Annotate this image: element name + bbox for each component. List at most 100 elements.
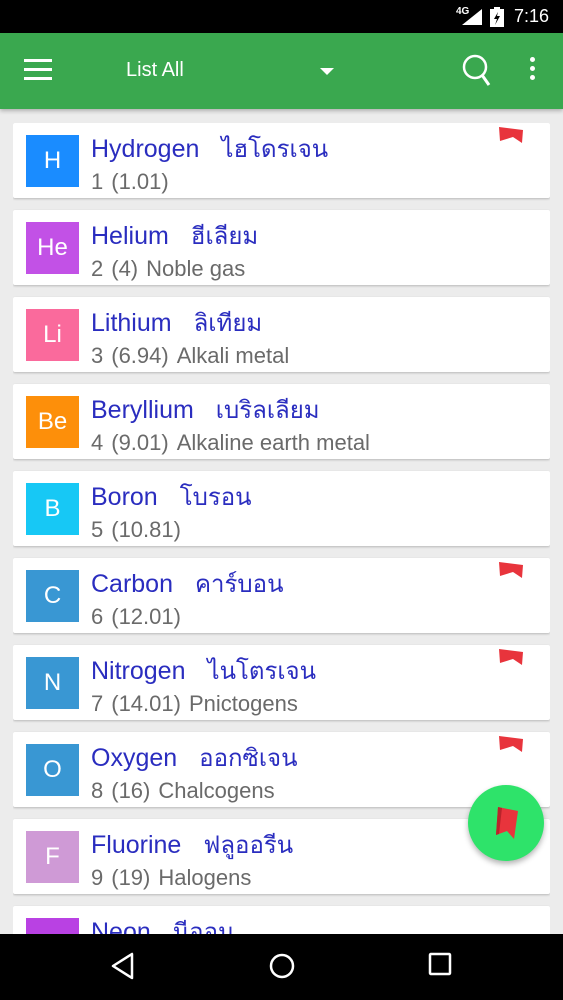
element-symbol-tile: O bbox=[26, 744, 79, 796]
element-thai-name: ไนโตรเจน bbox=[207, 657, 317, 685]
element-group: Alkaline earth metal bbox=[176, 430, 370, 455]
element-info-line: 6 (12.01) bbox=[91, 604, 197, 630]
atomic-mass: (6.94) bbox=[111, 343, 169, 368]
element-card[interactable]: N Nitrogen ไนโตรเจน 7 (14.01) Pnictogens bbox=[13, 645, 550, 720]
element-name-line: Oxygen ออกซิเจน bbox=[91, 738, 298, 777]
signal-icon bbox=[462, 9, 482, 25]
element-thai-name: ไฮโดรเจน bbox=[221, 135, 329, 163]
bookmark-icon bbox=[496, 807, 518, 839]
element-info-line: 3 (6.94) Alkali metal bbox=[91, 343, 297, 369]
element-symbol-tile: B bbox=[26, 483, 79, 535]
bookmark-flag-icon[interactable] bbox=[499, 736, 523, 752]
element-symbol-tile: F bbox=[26, 831, 79, 883]
element-name: Neon bbox=[91, 918, 151, 934]
element-thai-name: คาร์บอน bbox=[195, 570, 284, 598]
element-name-line: Helium ฮีเลียม bbox=[91, 216, 258, 255]
atomic-mass: (9.01) bbox=[111, 430, 169, 455]
atomic-number: 9 bbox=[91, 865, 104, 890]
element-name: Lithium bbox=[91, 309, 172, 337]
battery-icon bbox=[490, 7, 504, 27]
navigation-bar bbox=[0, 934, 563, 1000]
atomic-mass: (4) bbox=[111, 256, 139, 281]
element-name: Oxygen bbox=[91, 744, 178, 772]
element-name: Beryllium bbox=[91, 396, 194, 424]
element-thai-name: โบรอน bbox=[179, 483, 252, 511]
element-card[interactable]: O Oxygen ออกซิเจน 8 (16) Chalcogens bbox=[13, 732, 550, 807]
element-card[interactable]: He Helium ฮีเลียม 2 (4) Noble gas bbox=[13, 210, 550, 285]
atomic-number: 5 bbox=[91, 517, 104, 542]
element-card[interactable]: B Boron โบรอน 5 (10.81) bbox=[13, 471, 550, 546]
element-thai-name: นีออน bbox=[172, 918, 235, 934]
element-thai-name: ออกซิเจน bbox=[199, 744, 298, 772]
element-symbol-tile: H bbox=[26, 135, 79, 187]
element-symbol-tile: C bbox=[26, 570, 79, 622]
atomic-mass: (14.01) bbox=[111, 691, 181, 716]
element-info-line: 2 (4) Noble gas bbox=[91, 256, 253, 282]
atomic-mass: (19) bbox=[111, 865, 151, 890]
element-symbol-tile: Be bbox=[26, 396, 79, 448]
element-name: Boron bbox=[91, 483, 158, 511]
atomic-number: 3 bbox=[91, 343, 104, 368]
atomic-number: 1 bbox=[91, 169, 104, 194]
clock: 7:16 bbox=[514, 6, 550, 26]
element-info-line: 8 (16) Chalcogens bbox=[91, 778, 283, 804]
element-group: Chalcogens bbox=[158, 778, 275, 803]
bookmark-fab[interactable] bbox=[468, 785, 544, 861]
atomic-number: 6 bbox=[91, 604, 104, 629]
atomic-mass: (16) bbox=[111, 778, 151, 803]
element-thai-name: ลิเทียม bbox=[193, 309, 263, 337]
atomic-number: 4 bbox=[91, 430, 104, 455]
recents-icon[interactable] bbox=[428, 952, 452, 976]
element-card[interactable]: Ne Neon นีออน bbox=[13, 906, 550, 934]
atomic-number: 8 bbox=[91, 778, 104, 803]
chevron-down-icon[interactable] bbox=[320, 68, 334, 75]
element-name: Nitrogen bbox=[91, 657, 186, 685]
element-info-line: 1 (1.01) bbox=[91, 169, 185, 195]
element-name-line: Boron โบรอน bbox=[91, 477, 252, 516]
atomic-number: 2 bbox=[91, 256, 104, 281]
element-symbol-tile: He bbox=[26, 222, 79, 274]
element-name-line: Hydrogen ไฮโดรเจน bbox=[91, 129, 328, 168]
element-info-line: 9 (19) Halogens bbox=[91, 865, 259, 891]
element-info-line: 4 (9.01) Alkaline earth metal bbox=[91, 430, 378, 456]
element-symbol-tile: N bbox=[26, 657, 79, 709]
element-name-line: Nitrogen ไนโตรเจน bbox=[91, 651, 316, 690]
element-card[interactable]: Be Beryllium เบริลเลียม 4 (9.01) Alkaline ear… bbox=[13, 384, 550, 459]
element-thai-name: ฮีเลียม bbox=[190, 222, 259, 250]
atomic-mass: (10.81) bbox=[111, 517, 181, 542]
element-name: Fluorine bbox=[91, 831, 182, 859]
app-bar: List All bbox=[0, 33, 563, 109]
search-icon[interactable] bbox=[460, 53, 496, 89]
bookmark-flag-icon[interactable] bbox=[499, 649, 523, 665]
atomic-number: 7 bbox=[91, 691, 104, 716]
atomic-mass: (12.01) bbox=[111, 604, 181, 629]
element-symbol-tile: Li bbox=[26, 309, 79, 361]
element-thai-name: เบริลเลียม bbox=[215, 396, 320, 424]
element-name-line: Neon นีออน bbox=[91, 912, 234, 934]
back-icon[interactable] bbox=[110, 952, 136, 980]
element-info-line: 5 (10.81) bbox=[91, 517, 197, 543]
element-card[interactable]: H Hydrogen ไฮโดรเจน 1 (1.01) bbox=[13, 123, 550, 198]
element-group: Halogens bbox=[158, 865, 252, 890]
element-card[interactable]: Li Lithium ลิเทียม 3 (6.94) Alkali metal bbox=[13, 297, 550, 372]
menu-icon[interactable] bbox=[24, 59, 52, 81]
element-name: Hydrogen bbox=[91, 135, 200, 163]
element-name-line: Lithium ลิเทียม bbox=[91, 303, 262, 342]
status-bar: 4G 7:16 bbox=[0, 0, 563, 33]
element-group: Pnictogens bbox=[188, 691, 298, 716]
bookmark-flag-icon[interactable] bbox=[499, 127, 523, 143]
element-name-line: Carbon คาร์บอน bbox=[91, 564, 283, 603]
list-filter-dropdown[interactable]: List All bbox=[126, 59, 184, 82]
element-group: Noble gas bbox=[146, 256, 246, 281]
home-icon[interactable] bbox=[268, 952, 296, 980]
atomic-mass: (1.01) bbox=[111, 169, 169, 194]
more-options-icon[interactable] bbox=[520, 57, 544, 87]
element-info-line: 7 (14.01) Pnictogens bbox=[91, 691, 306, 717]
element-symbol-tile: Ne bbox=[26, 918, 79, 934]
element-name: Carbon bbox=[91, 570, 173, 598]
element-card[interactable]: C Carbon คาร์บอน 6 (12.01) bbox=[13, 558, 550, 633]
bookmark-flag-icon[interactable] bbox=[499, 562, 523, 578]
element-name-line: Fluorine ฟลูออรีน bbox=[91, 825, 293, 864]
element-group: Alkali metal bbox=[176, 343, 290, 368]
element-thai-name: ฟลูออรีน bbox=[203, 831, 294, 859]
